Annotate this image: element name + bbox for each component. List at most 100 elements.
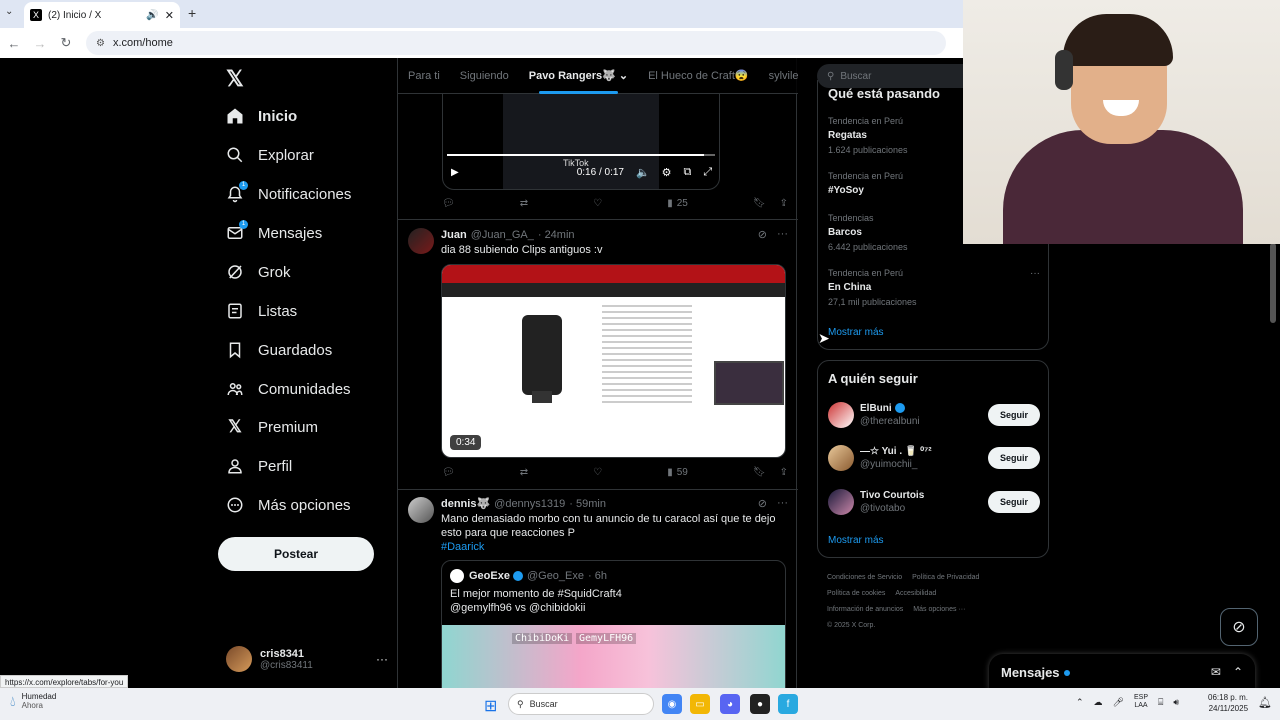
discord-icon[interactable]: ◕ xyxy=(720,694,740,714)
tab-el-hueco-de-craft[interactable]: El Hueco de Craft😨 xyxy=(638,58,759,94)
footer-link[interactable]: Política de Privacidad xyxy=(912,574,979,581)
tab-sylvile[interactable]: sylvile xyxy=(759,58,809,94)
file-explorer-icon[interactable]: ▭ xyxy=(690,694,710,714)
reload-icon[interactable]: ↻ xyxy=(54,35,78,51)
speaker-icon[interactable]: 🔊︎ xyxy=(1173,697,1179,708)
x-logo-icon[interactable]: 𝕏 xyxy=(226,66,244,92)
follow-suggestion[interactable]: ElBuni @therealbuni Seguir xyxy=(828,401,1040,429)
play-icon[interactable]: ▶ xyxy=(451,167,459,178)
grok-icon[interactable]: ⊘ xyxy=(758,497,767,510)
like-icon[interactable]: ♡ xyxy=(593,198,602,209)
video-progress-bar[interactable] xyxy=(447,154,715,156)
more-dots-icon[interactable]: ··· xyxy=(376,652,388,666)
reply-icon[interactable]: 💬︎ xyxy=(442,467,455,478)
hashtag-link[interactable]: #Daarick xyxy=(441,541,484,553)
account-switcher[interactable]: cris8341 @cris83411 ··· xyxy=(226,644,388,674)
retweet-icon[interactable]: ⇄ xyxy=(520,467,528,478)
browser-tab-active[interactable]: X (2) Inicio / X 🔊 ✕ xyxy=(24,2,180,28)
expand-chevron-icon[interactable]: ⌃ xyxy=(1233,665,1243,679)
show-more-follow-link[interactable]: Mostrar más xyxy=(828,535,884,546)
footer-link[interactable]: Más opciones ··· xyxy=(913,606,965,613)
tweet-author-handle[interactable]: @Juan_GA_ xyxy=(471,229,534,241)
nav-item-listas[interactable]: Listas xyxy=(226,296,297,326)
footer-link[interactable]: Política de cookies xyxy=(827,590,885,597)
quote-media[interactable]: ChibiDoKi GemyLFH96 xyxy=(442,625,785,688)
tab-siguiendo[interactable]: Siguiendo xyxy=(450,58,519,94)
nav-item-guardados[interactable]: Guardados xyxy=(226,335,332,365)
back-icon[interactable]: ← xyxy=(2,36,26,51)
grok-icon[interactable]: ⊘ xyxy=(758,228,767,241)
language-indicator[interactable]: ESP LAA xyxy=(1134,694,1148,710)
follow-suggestion[interactable]: —☆ Yui . 🥛 ⁰⁷² @yuimochii_ Seguir xyxy=(828,444,1040,472)
tab-para-ti[interactable]: Para ti xyxy=(398,58,450,94)
follow-button[interactable]: Seguir xyxy=(988,447,1040,469)
avatar[interactable] xyxy=(408,497,434,523)
retweet-icon[interactable]: ⇄ xyxy=(520,198,528,209)
chrome-icon[interactable]: ◉ xyxy=(662,694,682,714)
bookmark-icon[interactable]: 🔖︎ xyxy=(753,198,766,209)
bookmark-icon[interactable]: 🔖︎ xyxy=(753,467,766,478)
forward-icon[interactable]: → xyxy=(28,36,52,51)
nav-item-explorar[interactable]: Explorar xyxy=(226,140,314,170)
tweet-time[interactable]: · 59min xyxy=(569,498,606,510)
new-message-icon[interactable]: ✉ xyxy=(1211,665,1221,679)
more-dots-icon[interactable]: ··· xyxy=(777,497,788,510)
page-scrollbar[interactable] xyxy=(1270,243,1276,323)
tweet-author-name[interactable]: Juan xyxy=(441,229,467,241)
follow-button[interactable]: Seguir xyxy=(988,491,1040,513)
share-icon[interactable]: ⇪ xyxy=(780,198,788,209)
views-stat[interactable]: ▮ 59 xyxy=(667,467,688,478)
video-player[interactable]: TikTok ▶ 0:16 / 0:17 🔈 ⚙ ⧉ ⤢ xyxy=(442,94,720,190)
trend-item[interactable]: Tendencia en Perú En China 27,1 mil publ… xyxy=(828,268,1040,307)
tweet-time[interactable]: · 24min xyxy=(538,229,575,241)
like-icon[interactable]: ♡ xyxy=(593,467,602,478)
url-field[interactable]: ⚙ x.com/home xyxy=(86,31,946,55)
nav-item-grok[interactable]: Grok xyxy=(226,257,291,287)
tweet-video[interactable]: 0:34 xyxy=(441,264,786,458)
tab-search-chevron-icon[interactable]: ⌄ xyxy=(5,6,13,17)
app-icon[interactable]: f xyxy=(778,694,798,714)
post-button[interactable]: Postear xyxy=(218,537,374,571)
tweet-author-name[interactable]: dennis🐺 xyxy=(441,497,490,510)
system-clock[interactable]: 06:18 p. m. 24/11/2025 xyxy=(1208,692,1248,714)
network-icon[interactable]: ⌸ xyxy=(1158,697,1163,708)
tab-pavo-rangers[interactable]: Pavo Rangers🐺 ⌄ xyxy=(519,58,638,94)
nav-item-mas-opciones[interactable]: Más opciones xyxy=(226,490,351,520)
fullscreen-icon[interactable]: ⤢ xyxy=(703,166,712,179)
footer-link[interactable]: Información de anuncios xyxy=(827,606,903,613)
nav-item-premium[interactable]: 𝕏 Premium xyxy=(226,412,318,442)
reply-icon[interactable]: 💬︎ xyxy=(442,198,455,209)
cloud-icon[interactable]: ☁ xyxy=(1094,697,1103,708)
share-icon[interactable]: ⇪ xyxy=(780,467,788,478)
grok-floating-button[interactable]: ⊘ xyxy=(1220,608,1258,646)
avatar[interactable] xyxy=(408,228,434,254)
chevron-up-icon[interactable]: ⌃ xyxy=(1076,697,1084,708)
taskbar-search[interactable]: ⚲ Buscar xyxy=(508,693,654,715)
weather-widget[interactable]: 💧︎ Humedad Ahora xyxy=(10,692,56,710)
more-dots-icon[interactable]: ··· xyxy=(1030,268,1040,279)
nav-item-inicio[interactable]: Inicio xyxy=(226,101,297,131)
follow-suggestion[interactable]: Tivo Courtois @tivotabo Seguir xyxy=(828,488,1040,516)
nav-item-notificaciones[interactable]: 1 Notificaciones xyxy=(226,179,351,209)
more-dots-icon[interactable]: ··· xyxy=(777,228,788,241)
notification-bell-icon[interactable]: 🔔︎ xyxy=(1258,696,1272,709)
windows-start-icon[interactable]: ⊞ xyxy=(484,696,497,716)
new-tab-icon[interactable]: + xyxy=(188,5,196,21)
footer-link[interactable]: Accesibilidad xyxy=(895,590,936,597)
messages-drawer[interactable]: Mensajes ✉ ⌃ xyxy=(989,654,1255,688)
volume-icon[interactable]: 🔈 xyxy=(636,166,650,179)
nav-item-perfil[interactable]: Perfil xyxy=(226,451,292,481)
nav-item-comunidades[interactable]: Comunidades xyxy=(226,374,351,404)
tab-close-icon[interactable]: ✕ xyxy=(165,9,174,22)
settings-gear-icon[interactable]: ⚙ xyxy=(662,166,672,179)
quoted-tweet[interactable]: GeoExe @Geo_Exe · 6h El mejor momento de… xyxy=(441,560,786,688)
microphone-icon[interactable]: 🎤︎ xyxy=(1113,697,1124,708)
footer-link[interactable]: Condiciones de Servicio xyxy=(827,574,902,581)
obs-icon[interactable]: ● xyxy=(750,694,770,714)
follow-button[interactable]: Seguir xyxy=(988,404,1040,426)
show-more-trends-link[interactable]: Mostrar más xyxy=(828,327,884,338)
tab-audio-icon[interactable]: 🔊 xyxy=(146,10,158,21)
tweet-author-handle[interactable]: @dennys1319 xyxy=(494,498,565,510)
views-stat[interactable]: ▮ 25 xyxy=(667,198,688,209)
nav-item-mensajes[interactable]: 1 Mensajes xyxy=(226,218,322,248)
